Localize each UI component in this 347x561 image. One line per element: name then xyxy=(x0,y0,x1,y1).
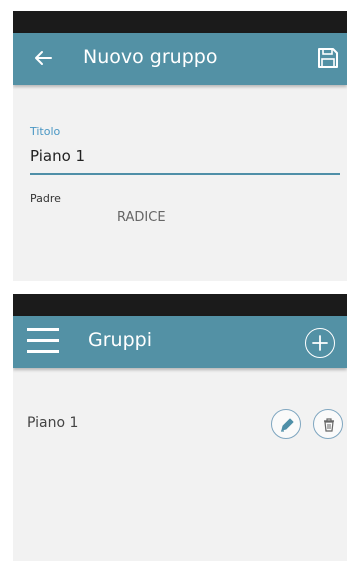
arrow-left-icon xyxy=(35,51,52,65)
status-bar xyxy=(13,11,347,33)
title-field-label: Titolo xyxy=(30,125,61,138)
floppy-disk-icon xyxy=(318,48,338,68)
parent-field-label: Padre xyxy=(30,192,61,205)
app-bar: Gruppi xyxy=(13,316,347,368)
add-group-button[interactable] xyxy=(305,328,335,358)
group-name: Piano 1 xyxy=(27,415,79,431)
app-bar: Nuovo gruppo xyxy=(13,33,347,85)
plus-icon xyxy=(312,335,328,351)
menu-button[interactable] xyxy=(27,328,59,356)
back-button[interactable] xyxy=(31,45,57,71)
trash-icon xyxy=(324,418,334,432)
hamburger-icon xyxy=(27,328,59,331)
new-group-screen: Nuovo gruppo Titolo Padre RADICE xyxy=(13,11,347,281)
list-item[interactable]: Piano 1 xyxy=(13,409,347,449)
page-title: Gruppi xyxy=(88,329,152,351)
delete-button[interactable] xyxy=(313,409,343,439)
title-input[interactable] xyxy=(30,139,340,175)
save-button[interactable] xyxy=(316,46,340,70)
pencil-icon xyxy=(281,418,294,432)
page-title: Nuovo gruppo xyxy=(83,46,218,68)
parent-select[interactable]: RADICE xyxy=(117,210,166,225)
hamburger-icon xyxy=(27,339,59,342)
hamburger-icon xyxy=(27,350,59,353)
groups-screen: Gruppi Piano 1 xyxy=(13,294,347,561)
edit-button[interactable] xyxy=(271,409,301,439)
status-bar xyxy=(13,294,347,316)
